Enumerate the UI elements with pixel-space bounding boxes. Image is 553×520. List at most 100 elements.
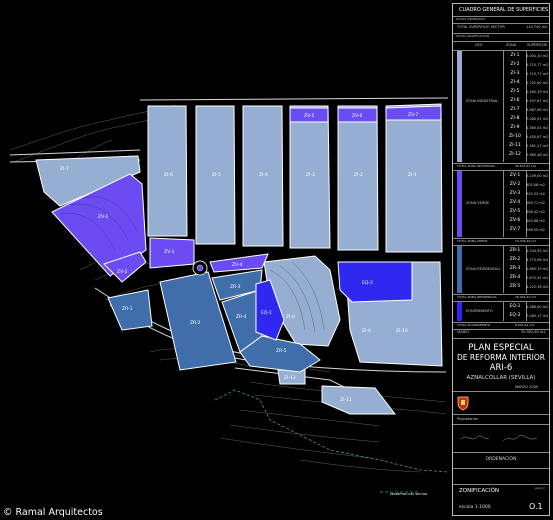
label-eq-2: EQ-2 [362, 280, 373, 286]
group-label-equipment: EQUIPAMIENTO [466, 309, 493, 313]
project-title-line3: ARI-6 [489, 363, 513, 373]
label-zv-6: ZV-6 [352, 113, 363, 119]
total-equipment-label: TOTAL EQUIPAMIENTO [457, 323, 491, 327]
zone-zi-1 [385, 103, 443, 253]
value-zi-4: 5.702,60 m2 [526, 81, 549, 85]
code-zi-4: ZI-4 [510, 80, 520, 85]
label-zi-5: ZI-5 [212, 172, 221, 178]
label-zr-2: ZR-2 [190, 320, 201, 326]
project-title-line1: PLAN ESPECIAL [468, 343, 534, 353]
propietarios-label: Propietarios [457, 417, 478, 421]
code-zv-1: ZV-1 [509, 173, 521, 178]
zone-zi-11 [321, 385, 397, 415]
code-zi-3: ZI-3 [510, 71, 520, 76]
code-zi-2: ZI-2 [510, 62, 520, 67]
label-zi-3: ZI-3 [306, 172, 315, 178]
title-block-panel: CUADRO GENERAL DE SUPERFICIES DATOS GENE… [452, 3, 550, 516]
watermark: © Ramal Arquitectos [3, 507, 103, 518]
value-zr-1: 1.544,55 m2 [526, 249, 549, 253]
label-zi-11: ZI-11 [340, 397, 352, 403]
value-zr-2: 4.773,96 m2 [526, 258, 549, 262]
label-zr-3: ZR-3 [230, 284, 241, 290]
code-zr-2: ZR-2 [509, 257, 521, 262]
value-zv-4: 589,71 m2 [526, 201, 545, 205]
code-zr-4: ZR-4 [509, 275, 521, 280]
col-superficie: SUPERFICIE [527, 43, 548, 47]
swatch-residential [457, 246, 462, 293]
value-zv-7: 598,55 m2 [526, 228, 545, 232]
viario-value: 30.902,85 m2 [521, 330, 546, 334]
label-zv-2: ZV-2 [117, 269, 128, 275]
value-zi-5: 5.460,39 m2 [526, 90, 549, 94]
group-label-green: ZONA VERDE [466, 201, 490, 205]
label-eq-1: EQ-1 [261, 310, 272, 316]
code-zi-7: ZI-7 [510, 107, 520, 112]
label-zi-8: ZI-8 [286, 314, 295, 320]
total-residential-value: 18.264,22 m2 [515, 295, 537, 299]
col-zona: ZONA [506, 43, 517, 47]
label-zi-12: ZI-12 [284, 375, 296, 381]
project-title-line2: DE REFORMA INTERIOR [457, 353, 545, 362]
roundabout-inner [196, 264, 204, 272]
code-zv-4: ZV-4 [509, 200, 521, 205]
col-uso: USO [475, 43, 483, 47]
label-zi-2: ZI-2 [354, 172, 363, 178]
value-zi-11: 2.581,17 m2 [526, 144, 549, 148]
signatures [460, 435, 538, 442]
value-zi-6: 5.497,67 m2 [526, 99, 549, 103]
code-zr-3: ZR-3 [509, 266, 521, 271]
code-zi-10: ZI-10 [509, 134, 521, 139]
code-zv-3: ZV-3 [509, 191, 521, 196]
viario-label: VIARIO [457, 330, 470, 334]
value-zv-5: 606,42 m2 [526, 210, 545, 214]
total-green-value: 13.306,40 m2 [515, 239, 537, 243]
value-zi-2: 5.715,77 m2 [526, 63, 549, 67]
label-zi-4: ZI-4 [259, 172, 268, 178]
total-industrial-label: TOTAL ZONA INDUSTRIAL [457, 164, 496, 168]
code-zi-6: ZI-6 [510, 98, 520, 103]
label-zr-4: ZR-4 [236, 314, 247, 320]
table-title: CUADRO GENERAL DE SUPERFICIES [459, 7, 549, 13]
datos-generales-label: DATOS GENERALES [456, 17, 485, 21]
zone-eq-2 [337, 261, 413, 303]
label-zv-4: ZV-4 [232, 262, 243, 268]
value-zi-3: 5.715,77 m2 [526, 72, 549, 76]
label-zr-5: ZR-5 [276, 348, 287, 354]
code-zv-7: ZV-7 [509, 227, 521, 232]
total-green-label: TOTAL ZONA VERDE [457, 239, 488, 243]
code-zv-6: ZV-6 [509, 218, 521, 223]
code-zi-1: ZI-1 [510, 53, 520, 58]
code-zi-9: ZI-9 [510, 125, 520, 130]
label-zi-7: ZI-7 [60, 166, 69, 172]
label-zv-3: ZV-3 [164, 249, 175, 255]
total-sector-label: TOTAL SUPERFICIE SECTOR [457, 25, 505, 29]
scale: escala 1:1000 [459, 505, 491, 510]
value-zv-3: 920,33 m2 [526, 192, 545, 196]
value-zi-12: 2.960,48 m2 [526, 153, 549, 157]
code-zv-2: ZV-2 [509, 182, 521, 187]
label-zi-9: ZI-9 [362, 328, 371, 334]
label-zi-1: ZI-1 [408, 172, 417, 178]
value-zr-4: 5.870,41 m2 [526, 276, 549, 280]
code-eq-1: EQ-1 [509, 304, 521, 309]
label-zv-1: ZV-1 [98, 214, 109, 220]
label-zv-5: ZV-5 [304, 113, 315, 119]
value-zi-9: 4.580,04 m2 [526, 126, 549, 130]
label-zi-10: ZI-10 [396, 328, 408, 334]
code-eq-2: EQ-2 [509, 313, 521, 318]
zoning-map: ZI-6 ZI-5 ZI-4 ZI-3 ZI-2 ZI-1 ZI-7 ZI-8 … [9, 97, 449, 496]
value-zv-2: 605,06 m2 [526, 183, 545, 187]
value-zi-8: 7.080,91 m2 [526, 117, 549, 121]
ordenacion-label: ORDENACIÓN [485, 457, 517, 462]
swatch-equipment [457, 302, 462, 321]
swatch-industrial [457, 51, 462, 162]
plan-name: ZONIFICACIÓN [459, 488, 500, 494]
code-zr-5: ZR-5 [509, 284, 521, 289]
value-zv-6: 604,66 m2 [526, 219, 545, 223]
value-zi-1: 6.004,10 m2 [526, 54, 549, 58]
code-zi-5: ZI-5 [510, 89, 520, 94]
value-zi-10: 5.455,67 m2 [526, 135, 549, 139]
total-sector-value: 110.740 m2 [526, 25, 548, 29]
value-zr-5: 4.222,38 m2 [526, 285, 549, 289]
datos-zonificacion-label: DATOS ZONIFICACION [456, 34, 489, 38]
